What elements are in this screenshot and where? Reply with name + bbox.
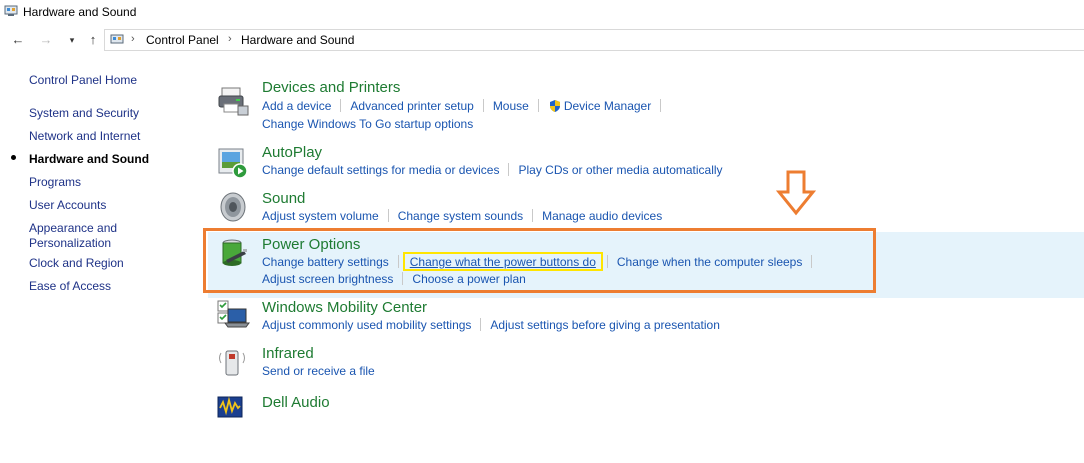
infrared-icon — [219, 350, 245, 376]
sidebar-item-ease-of-access[interactable]: Ease of Access — [29, 279, 111, 294]
category-title[interactable]: AutoPlay — [262, 144, 322, 161]
device-manager-link[interactable]: Device Manager — [564, 99, 651, 113]
adjust-system-volume-link[interactable]: Adjust system volume — [262, 209, 379, 223]
change-system-sounds-link[interactable]: Change system sounds — [398, 209, 523, 223]
link-separator — [387, 209, 389, 222]
sidebar-item-user-accounts[interactable]: User Accounts — [29, 198, 106, 213]
category-title[interactable]: Windows Mobility Center — [262, 299, 427, 316]
link-separator — [482, 99, 484, 112]
add-a-device-link[interactable]: Add a device — [262, 99, 331, 113]
play-cds-automatically-link[interactable]: Play CDs or other media automatically — [518, 163, 722, 177]
link-separator — [660, 99, 662, 112]
category-dell-audio: Dell Audio — [216, 394, 876, 424]
category-title[interactable]: Devices and Printers — [262, 79, 400, 96]
control-panel-icon — [110, 34, 124, 44]
change-default-settings-for-media-link[interactable]: Change default settings for media or dev… — [262, 163, 499, 177]
link-row: Adjust commonly used mobility settings Ad… — [262, 318, 720, 332]
link-row: Add a device Advanced printer setup Mouse D… — [262, 99, 670, 113]
printer-icon — [218, 87, 249, 116]
speaker-icon — [220, 192, 246, 222]
sidebar-item-appearance-and-personalization[interactable]: Appearance and Personalization — [29, 221, 117, 251]
address-bar[interactable]: › Control Panel › Hardware and Sound — [104, 29, 1084, 51]
navigation-bar: ← → ▾ ↑ › Control Panel › Hardware and S… — [0, 28, 1084, 52]
recent-locations-chevron-icon[interactable]: ▾ — [63, 32, 81, 48]
link-row: Change default settings for media or dev… — [262, 163, 723, 177]
category-title[interactable]: Sound — [262, 190, 305, 207]
breadcrumb-control-panel[interactable]: Control Panel — [146, 33, 219, 47]
up-arrow-icon[interactable]: ↑ — [84, 32, 102, 48]
title-bar: Hardware and Sound — [0, 0, 1084, 24]
sidebar-item-programs[interactable]: Programs — [29, 175, 81, 190]
window-title: Hardware and Sound — [23, 5, 137, 19]
control-panel-home-link[interactable]: Control Panel Home — [29, 73, 137, 88]
link-separator — [340, 99, 342, 112]
advanced-printer-setup-link[interactable]: Advanced printer setup — [350, 99, 473, 113]
sidebar-item-hardware-and-sound[interactable]: Hardware and Sound — [29, 152, 149, 167]
autoplay-icon — [218, 148, 248, 179]
link-separator — [508, 163, 510, 176]
control-panel-icon — [4, 5, 18, 16]
sidebar-item-network-and-internet[interactable]: Network and Internet — [29, 129, 140, 144]
active-item-bullet — [11, 155, 16, 160]
uac-shield-icon — [549, 100, 560, 112]
link-separator — [480, 318, 482, 331]
link-row: Change Windows To Go startup options — [262, 117, 473, 131]
category-devices-and-printers: Devices and Printers Add a device Advance… — [216, 79, 876, 132]
adjust-settings-before-giving-a-presentation-link[interactable]: Adjust settings before giving a presenta… — [490, 318, 719, 332]
adjust-commonly-used-mobility-settings-link[interactable]: Adjust commonly used mobility settings — [262, 318, 471, 332]
category-infrared: Infrared Send or receive a file — [216, 345, 876, 381]
link-row: Adjust system volume Change system sounds… — [262, 209, 662, 223]
category-title[interactable]: Infrared — [262, 345, 314, 362]
link-separator — [537, 99, 539, 112]
laptop-icon — [217, 300, 250, 328]
sidebar-item-system-and-security[interactable]: System and Security — [29, 106, 139, 121]
manage-audio-devices-link[interactable]: Manage audio devices — [542, 209, 662, 223]
category-title[interactable]: Dell Audio — [262, 394, 330, 411]
breadcrumb-separator-icon: › — [131, 33, 135, 45]
dell-audio-icon — [217, 396, 243, 418]
mouse-link[interactable]: Mouse — [493, 99, 529, 113]
down-arrow-icon — [776, 170, 816, 216]
change-windows-to-go-startup-options-link[interactable]: Change Windows To Go startup options — [262, 117, 473, 131]
link-row: Send or receive a file — [262, 364, 375, 378]
breadcrumb-separator-icon: › — [228, 33, 232, 45]
back-arrow-icon[interactable]: ← — [9, 32, 27, 48]
send-or-receive-a-file-link[interactable]: Send or receive a file — [262, 364, 375, 378]
category-windows-mobility-center: Windows Mobility Center Adjust commonly … — [216, 299, 876, 335]
forward-arrow-icon[interactable]: → — [37, 32, 55, 48]
breadcrumb-hardware-and-sound[interactable]: Hardware and Sound — [241, 33, 354, 47]
power-buttons-link-highlight-box — [403, 252, 603, 271]
link-separator — [532, 209, 534, 222]
sidebar-item-clock-and-region[interactable]: Clock and Region — [29, 256, 124, 271]
